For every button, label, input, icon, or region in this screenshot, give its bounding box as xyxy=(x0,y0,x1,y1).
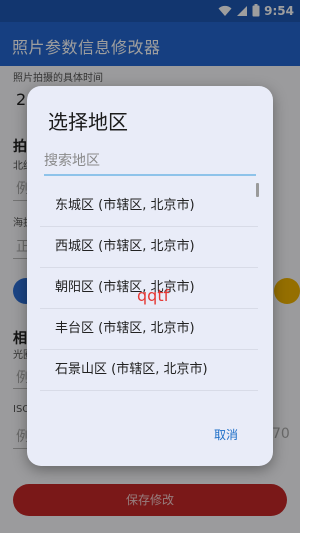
region-search-input[interactable]: 搜索地区 xyxy=(44,148,256,176)
overlay-text: qqtf xyxy=(137,286,170,305)
region-item-fengtai[interactable]: 丰台区 (市辖区, 北京市) xyxy=(40,309,258,350)
cancel-button[interactable]: 取消 xyxy=(214,426,238,443)
region-item-xicheng[interactable]: 西城区 (市辖区, 北京市) xyxy=(40,227,258,268)
region-item-shijingshan[interactable]: 石景山区 (市辖区, 北京市) xyxy=(40,350,258,391)
dialog-title: 选择地区 xyxy=(48,110,128,134)
region-item-dongcheng[interactable]: 东城区 (市辖区, 北京市) xyxy=(40,186,258,227)
select-region-dialog: 选择地区 搜索地区 东城区 (市辖区, 北京市) 西城区 (市辖区, 北京市) … xyxy=(27,86,273,466)
